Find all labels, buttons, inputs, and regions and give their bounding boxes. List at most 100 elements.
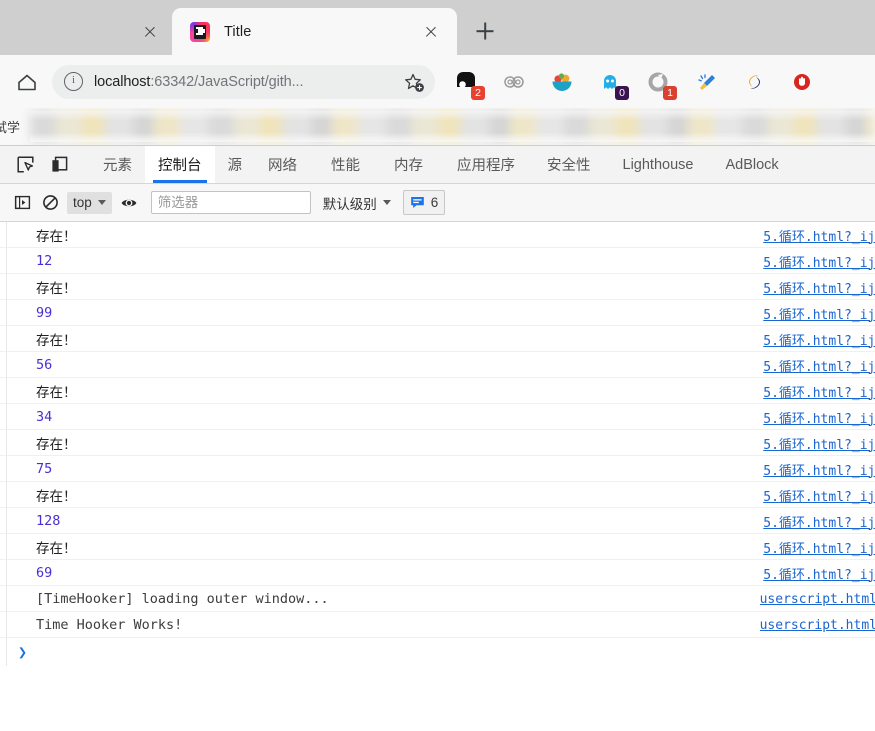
bookmarks-bar: 试学 <box>0 108 875 145</box>
console-message-text: 存在！ <box>36 485 77 505</box>
console-message-list[interactable]: 存在！5.循环.html?_ijt=125.循环.html?_ijt=存在！5.… <box>0 222 875 731</box>
browser-tab-1[interactable] <box>0 8 172 55</box>
console-source-link[interactable]: userscript.html <box>760 586 875 612</box>
devtools-tab-network[interactable]: 网络 <box>255 146 310 183</box>
console-source-link[interactable]: 5.循环.html?_ijt= <box>763 482 875 508</box>
console-source-link[interactable]: 5.循环.html?_ijt= <box>763 222 875 248</box>
console-message-row[interactable]: 99 5.循环.html?_ijt= <box>0 300 875 326</box>
console-source-link[interactable]: 5.循环.html?_ijt= <box>763 456 875 482</box>
console-message-text: 存在！ <box>36 537 77 557</box>
devtools-tab-memory[interactable]: 内存 <box>381 146 436 183</box>
inspect-element-icon[interactable] <box>8 146 42 183</box>
console-source-link[interactable]: 5.循环.html?_ijt= <box>763 378 875 404</box>
browser-tab-2-active[interactable]: Title <box>172 8 457 55</box>
console-message-text: 75 <box>36 461 52 477</box>
console-message-row[interactable]: 34 5.循环.html?_ijt= <box>0 404 875 430</box>
console-message-row[interactable]: 565.循环.html?_ijt= <box>0 352 875 378</box>
console-message-row[interactable]: Time Hooker Works! userscript.html <box>0 612 875 638</box>
devtools-tab-elements[interactable]: 元素 <box>90 146 145 183</box>
console-message-row[interactable]: 69 5.循环.html?_ijt= <box>0 560 875 586</box>
console-message-row[interactable]: [TimeHooker] loading outer window... user… <box>0 586 875 612</box>
devtools-tab-sources[interactable]: 源 <box>215 146 256 183</box>
console-source-link[interactable]: 5.循环.html?_ijt= <box>763 404 875 430</box>
devtools-tab-security[interactable]: 安全性 <box>534 146 604 183</box>
dark-reader-extension-icon[interactable] <box>499 67 529 97</box>
prompt-chevron-icon: ❯ <box>18 643 27 661</box>
console-message-row[interactable]: 存在！ 5.循环.html?_ijt= <box>0 482 875 508</box>
execution-context-label: top <box>73 195 92 210</box>
console-prompt-row[interactable]: ❯ <box>0 638 875 666</box>
message-count-icon <box>410 195 425 210</box>
privacy-badger-extension-icon[interactable]: 1 <box>643 67 673 97</box>
devtools-tab-performance[interactable]: 性能 <box>318 146 373 183</box>
console-source-link[interactable]: 5.循环.html?_ijt= <box>763 248 875 274</box>
bookmark-item-label[interactable]: 试学 <box>0 117 20 136</box>
tampermonkey-extension-icon[interactable]: 2 <box>451 67 481 97</box>
console-message-row[interactable]: 存在！ 5.循环.html?_ijt= <box>0 326 875 352</box>
blurred-bookmarks-overlay <box>30 111 875 142</box>
tab-title: Title <box>224 24 419 40</box>
console-message-row[interactable]: 存在！5.循环.html?_ijt= <box>0 222 875 248</box>
clear-console-icon[interactable] <box>36 190 64 216</box>
console-message-text: 69 <box>36 565 52 581</box>
live-expression-eye-icon[interactable] <box>115 190 143 216</box>
console-message-text: 12 <box>36 253 52 269</box>
message-count-badge[interactable]: 6 <box>403 190 446 215</box>
address-bar[interactable]: localhost:63342/JavaScript/gith... <box>52 65 435 99</box>
devtools-tab-lighthouse[interactable]: Lighthouse <box>610 146 707 183</box>
console-source-link[interactable]: userscript.html <box>760 612 875 638</box>
console-message-text: 存在！ <box>36 277 77 297</box>
similarweb-extension-icon[interactable] <box>739 67 769 97</box>
tab-strip: Title <box>0 0 875 55</box>
console-message-row[interactable]: 存在！5.循环.html?_ijt= <box>0 430 875 456</box>
console-message-row[interactable]: 存在！ 5.循环.html?_ijt= <box>0 274 875 300</box>
bookmark-star-icon[interactable] <box>400 69 426 95</box>
console-message-text: 34 <box>36 409 52 425</box>
console-source-link[interactable]: 5.循环.html?_ijt= <box>763 560 875 586</box>
console-message-text: 99 <box>36 305 52 321</box>
devtools-panel: 元素 控制台 源 网络 性能 内存 应用程序 安全性 Lighthouse Ad… <box>0 145 875 731</box>
console-toolbar: top 默认级别 6 <box>0 184 875 222</box>
console-source-link[interactable]: 5.循环.html?_ijt= <box>763 274 875 300</box>
console-sidebar-icon[interactable] <box>8 190 36 216</box>
ghostery-extension-icon[interactable]: 0 <box>595 67 625 97</box>
new-tab-button[interactable] <box>465 11 505 51</box>
extension-badge: 2 <box>471 86 485 100</box>
fruitbowl-extension-icon[interactable] <box>547 67 577 97</box>
console-source-link[interactable]: 5.循环.html?_ijt= <box>763 326 875 352</box>
console-message-text: [TimeHooker] loading outer window... <box>36 591 329 607</box>
site-info-icon[interactable] <box>64 72 83 91</box>
execution-context-selector[interactable]: top <box>67 192 112 214</box>
console-source-link[interactable]: 5.循环.html?_ijt= <box>763 534 875 560</box>
close-tab-icon[interactable] <box>419 20 443 44</box>
console-message-row[interactable]: 1285.循环.html?_ijt= <box>0 508 875 534</box>
console-message-row[interactable]: 存在！ 5.循环.html?_ijt= <box>0 378 875 404</box>
log-level-label: 默认级别 <box>323 193 377 213</box>
devtools-tab-application[interactable]: 应用程序 <box>444 146 528 183</box>
device-toolbar-icon[interactable] <box>42 146 76 183</box>
message-count-value: 6 <box>431 195 439 210</box>
close-tab-icon[interactable] <box>138 20 162 44</box>
console-message-text: 存在！ <box>36 381 77 401</box>
console-source-link[interactable]: 5.循环.html?_ijt= <box>763 430 875 456</box>
devtools-tab-adblock[interactable]: AdBlock <box>712 146 791 183</box>
devtools-tab-console[interactable]: 控制台 <box>145 146 215 183</box>
console-message-row[interactable]: 12 5.循环.html?_ijt= <box>0 248 875 274</box>
console-message-text: Time Hooker Works! <box>36 617 182 633</box>
home-icon[interactable] <box>10 65 44 99</box>
console-message-text: 存在！ <box>36 329 77 349</box>
console-message-row[interactable]: 存在！ 5.循环.html?_ijt= <box>0 534 875 560</box>
url-path: :63342/JavaScript/gith... <box>150 74 303 90</box>
console-source-link[interactable]: 5.循环.html?_ijt= <box>763 300 875 326</box>
browser-window: Title localhost:63342/JavaScript/gith... <box>0 0 875 731</box>
console-source-link[interactable]: 5.循环.html?_ijt= <box>763 508 875 534</box>
console-source-link[interactable]: 5.循环.html?_ijt= <box>763 352 875 378</box>
adblock-extension-icon[interactable] <box>787 67 817 97</box>
extension-badge: 1 <box>663 86 677 100</box>
console-message-row[interactable]: 75 5.循环.html?_ijt= <box>0 456 875 482</box>
extension-badge: 0 <box>615 86 629 100</box>
chevron-down-icon <box>383 200 391 205</box>
log-level-selector[interactable]: 默认级别 <box>323 193 391 213</box>
console-filter-input[interactable] <box>151 191 311 214</box>
cleaner-brush-extension-icon[interactable] <box>691 67 721 97</box>
